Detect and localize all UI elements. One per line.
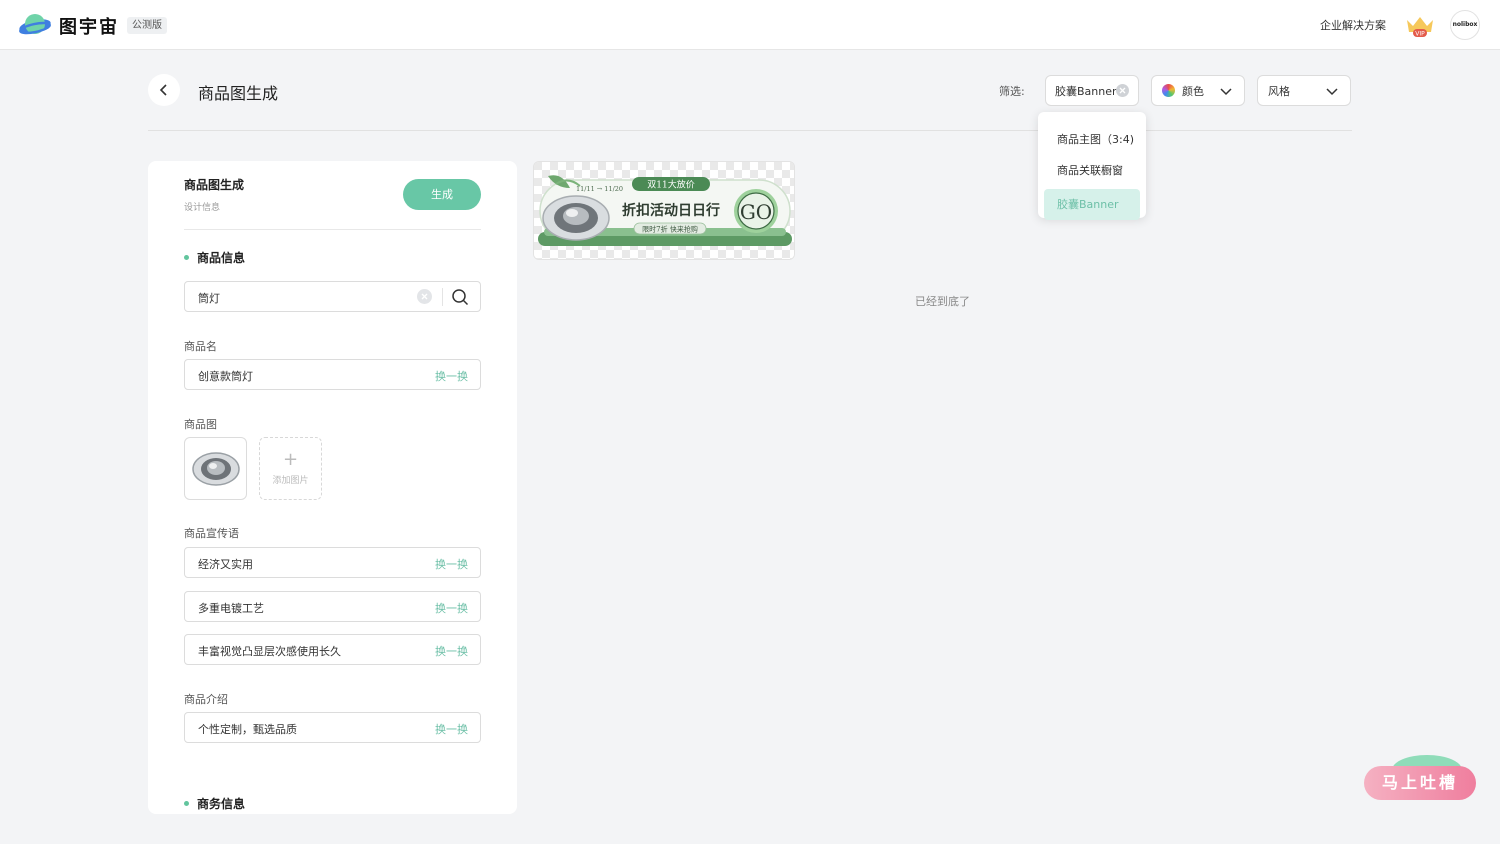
clear-filter-icon[interactable]: [1116, 84, 1129, 97]
beta-badge: 公测版: [127, 17, 167, 34]
color-wheel-icon: [1162, 84, 1175, 97]
slogan-value: 经济又实用: [198, 558, 253, 571]
chevron-down-icon: [1220, 88, 1232, 96]
user-avatar[interactable]: nolibox: [1450, 10, 1480, 40]
type-filter-value: 胶囊Banner: [1055, 84, 1117, 98]
clear-search-icon[interactable]: [417, 289, 432, 304]
chevron-left-icon: [159, 84, 167, 96]
add-image-text: 添加图片: [272, 476, 309, 486]
capsule-banner-preview: 11/11 → 11/20 双11大放价 折扣活动日日行 限时7折 快来抢购 G…: [534, 162, 794, 259]
banner-promo-tag: 双11大放价: [647, 179, 694, 191]
vip-label: VIP: [1415, 31, 1425, 38]
dropdown-option-related-window[interactable]: 商品关联橱窗: [1044, 158, 1140, 189]
swap-button[interactable]: 换一换: [435, 556, 468, 572]
banner-cta-go: GO: [740, 200, 772, 224]
product-image-label: 商品图: [184, 418, 217, 431]
section-business-info: 商务信息: [184, 795, 245, 812]
generate-button[interactable]: 生成: [403, 179, 481, 210]
swap-button[interactable]: 换一换: [435, 600, 468, 616]
style-filter-label: 风格: [1268, 84, 1290, 98]
slogan-label: 商品宣传语: [184, 527, 239, 540]
section-title: 商务信息: [197, 797, 246, 811]
slogan-field-1[interactable]: 经济又实用 换一换: [184, 547, 481, 578]
section-title: 商品信息: [197, 251, 246, 265]
vip-crown-icon[interactable]: VIP: [1404, 14, 1436, 38]
type-filter-dropdown: 商品主图（3:4) 商品关联橱窗 胶囊Banner: [1038, 112, 1146, 220]
product-name-field[interactable]: 创意款筒灯 换一换: [184, 359, 481, 390]
swap-button[interactable]: 换一换: [435, 721, 468, 737]
section-product-info: 商品信息: [184, 249, 245, 266]
search-value: 筒灯: [198, 292, 220, 305]
bullet-dot-icon: [184, 801, 189, 806]
slogan-value: 丰富视觉凸显层次感使用长久: [198, 645, 341, 658]
intro-field[interactable]: 个性定制，甄选品质 换一换: [184, 712, 481, 743]
panel-subtitle: 设计信息: [184, 203, 221, 213]
feedback-label: 马上吐槽: [1381, 773, 1458, 792]
panel-title: 商品图生成: [184, 178, 245, 192]
dropdown-option-main-image[interactable]: 商品主图（3:4): [1044, 127, 1140, 158]
product-search-input[interactable]: 筒灯: [184, 281, 481, 312]
product-image-thumbnail[interactable]: [184, 437, 247, 500]
plus-icon: +: [282, 449, 299, 470]
panel-divider: [184, 229, 481, 230]
style-filter-select[interactable]: 风格: [1257, 75, 1351, 106]
intro-label: 商品介绍: [184, 693, 228, 706]
enterprise-solutions-link[interactable]: 企业解决方案: [1320, 17, 1386, 33]
end-of-list-message: 已经到底了: [915, 295, 970, 308]
brand-name[interactable]: 图宇宙: [59, 13, 119, 39]
color-filter-label: 颜色: [1182, 84, 1204, 98]
product-name-label: 商品名: [184, 340, 217, 353]
swap-button[interactable]: 换一换: [435, 368, 468, 384]
feedback-button[interactable]: 马上吐槽: [1364, 766, 1476, 800]
slogan-field-2[interactable]: 多重电镀工艺 换一换: [184, 591, 481, 622]
search-icon[interactable]: [451, 288, 469, 306]
banner-headline: 折扣活动日日行: [622, 202, 720, 219]
filter-label: 筛选:: [999, 85, 1025, 98]
slogan-value: 多重电镀工艺: [198, 602, 264, 615]
intro-value: 个性定制，甄选品质: [198, 723, 297, 736]
type-filter-select[interactable]: 胶囊Banner: [1045, 75, 1139, 106]
bullet-dot-icon: [184, 255, 189, 260]
search-separator: [442, 288, 443, 306]
page-title: 商品图生成: [198, 84, 279, 103]
swap-button[interactable]: 换一换: [435, 643, 468, 659]
banner-subline: 限时7折 快来抢购: [642, 225, 698, 234]
top-bar: 图宇宙 公测版 企业解决方案 VIP nolibox: [0, 0, 1500, 50]
banner-date-range: 11/11 → 11/20: [576, 185, 623, 193]
dropdown-option-capsule-banner[interactable]: 胶囊Banner: [1044, 189, 1140, 220]
generated-banner-card[interactable]: 11/11 → 11/20 双11大放价 折扣活动日日行 限时7折 快来抢购 G…: [533, 161, 795, 260]
back-button[interactable]: [148, 74, 180, 106]
color-filter-select[interactable]: 颜色: [1151, 75, 1245, 106]
header-divider: [148, 130, 1352, 131]
downlight-image-icon: [191, 451, 240, 486]
chevron-down-icon: [1326, 88, 1338, 96]
design-panel: 商品图生成 设计信息 生成 商品信息 筒灯 商品名 创意款筒灯 换一换 商品图 …: [148, 161, 517, 814]
product-name-value: 创意款筒灯: [198, 370, 253, 383]
slogan-field-3[interactable]: 丰富视觉凸显层次感使用长久 换一换: [184, 634, 481, 665]
add-image-button[interactable]: + 添加图片: [259, 437, 322, 500]
planet-logo-icon[interactable]: [18, 11, 52, 39]
